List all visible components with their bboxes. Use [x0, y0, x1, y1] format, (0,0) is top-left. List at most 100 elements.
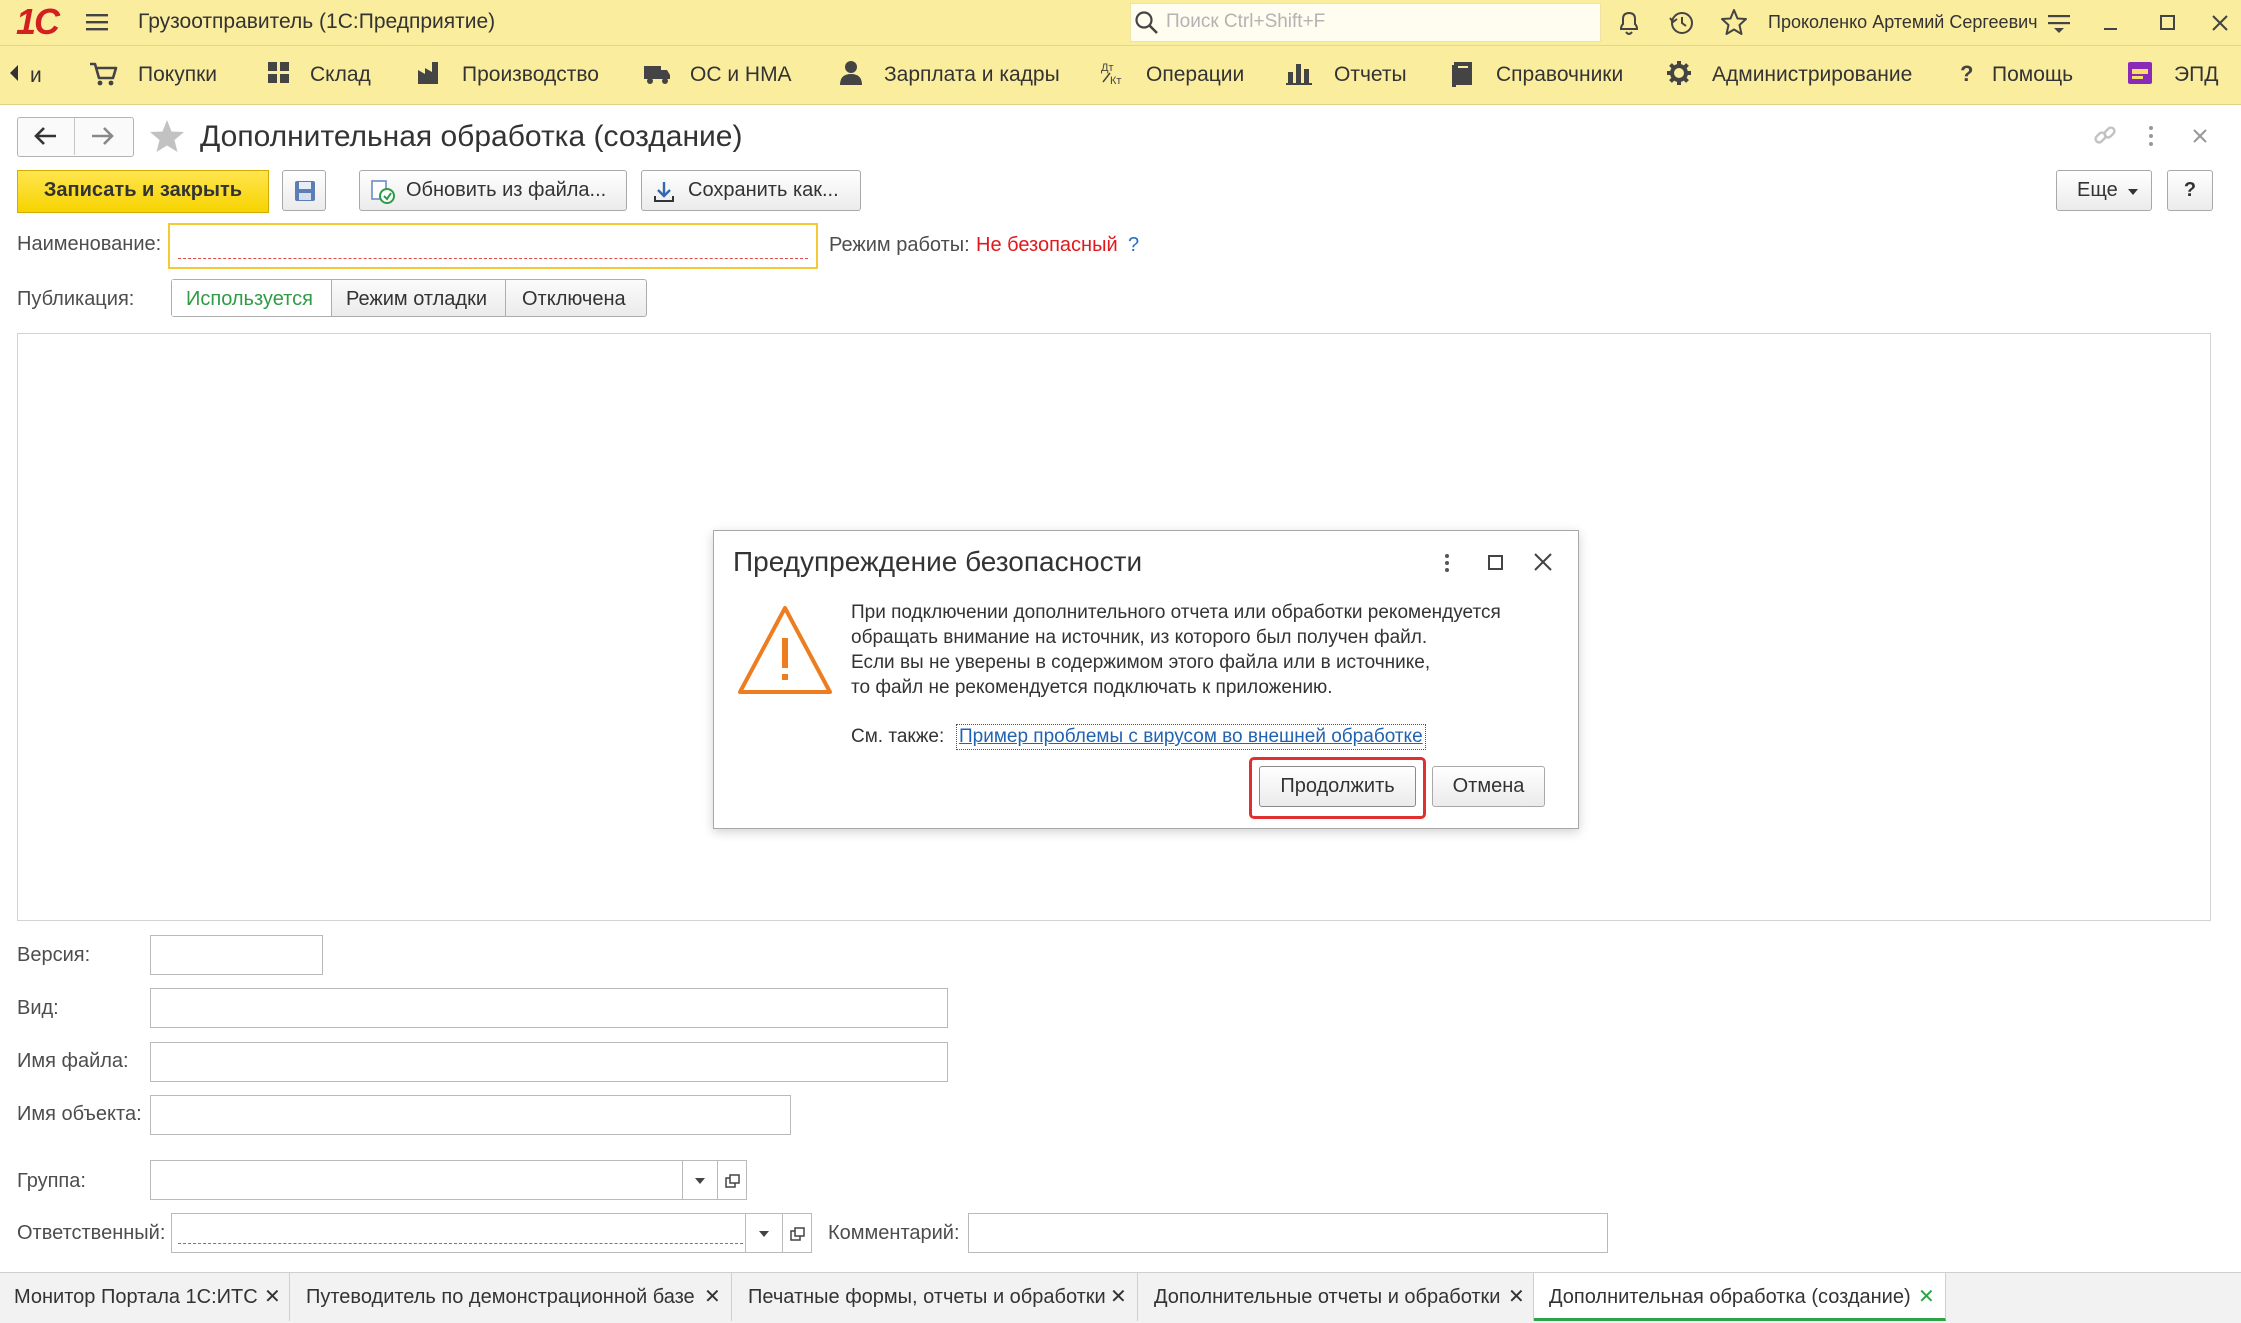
- see-also-link[interactable]: Пример проблемы с вирусом во внешней обр…: [956, 724, 1426, 750]
- save-button[interactable]: [282, 170, 326, 211]
- section-production[interactable]: Производство: [462, 63, 599, 87]
- help-button[interactable]: ?: [2167, 170, 2213, 211]
- minimize-icon[interactable]: [2100, 13, 2120, 33]
- name-input[interactable]: [168, 223, 818, 269]
- close-window-icon[interactable]: [2209, 12, 2231, 34]
- responsible-open-button[interactable]: [782, 1213, 812, 1253]
- favorite-star-icon[interactable]: [148, 118, 186, 154]
- dialog-close-icon[interactable]: [1532, 551, 1554, 573]
- tab-print-forms[interactable]: Печатные формы, отчеты и обработки ✕: [732, 1273, 1138, 1321]
- section-operations[interactable]: Операции: [1146, 63, 1244, 87]
- back-arrow-icon[interactable]: [33, 125, 59, 147]
- epd-icon: [2126, 60, 2154, 86]
- truck-icon: [642, 60, 672, 86]
- tab-additional-processing-active[interactable]: Дополнительная обработка (создание) ✕: [1534, 1273, 1946, 1321]
- mode-help-link[interactable]: ?: [1128, 234, 1139, 257]
- bell-icon[interactable]: [1616, 9, 1642, 37]
- menu-truncated-item[interactable]: и: [30, 64, 44, 88]
- form-title: Дополнительная обработка (создание): [200, 120, 743, 153]
- section-salary[interactable]: Зарплата и кадры: [884, 63, 1060, 87]
- person-icon: [838, 60, 864, 86]
- save-as-label: Сохранить как...: [688, 179, 839, 201]
- dialog-more-icon[interactable]: [1443, 552, 1451, 574]
- version-label: Версия:: [17, 944, 91, 966]
- svg-text:Дт: Дт: [1101, 62, 1114, 74]
- save-and-close-button[interactable]: Записать и закрыть: [17, 170, 269, 213]
- section-fixed-assets[interactable]: ОС и НМА: [690, 63, 792, 87]
- user-name[interactable]: Проколенко Артемий Сергеевич: [1768, 12, 2038, 33]
- publication-disabled-option[interactable]: Отключена: [522, 288, 626, 311]
- group-input[interactable]: [150, 1160, 718, 1200]
- close-tab-icon[interactable]: ✕: [1918, 1273, 1935, 1321]
- group-open-button[interactable]: [717, 1160, 747, 1200]
- more-button[interactable]: Еще: [2056, 170, 2152, 211]
- dialog-title: Предупреждение безопасности: [733, 546, 1143, 577]
- tab-active-label: Дополнительная обработка (создание): [1549, 1286, 1911, 1308]
- dropdown-arrow-icon: [695, 1178, 705, 1184]
- save-as-button[interactable]: Сохранить как...: [641, 170, 861, 211]
- tab-additional-reports[interactable]: Дополнительные отчеты и обработки ✕: [1138, 1273, 1534, 1321]
- responsible-dropdown-button[interactable]: [745, 1213, 783, 1253]
- open-icon: [790, 1227, 806, 1241]
- tab-demo-guide[interactable]: Путеводитель по демонстрационной базе ✕: [290, 1273, 732, 1321]
- close-tab-icon[interactable]: ✕: [704, 1273, 721, 1321]
- see-also-label: См. также:: [851, 726, 945, 747]
- group-dropdown-button[interactable]: [682, 1160, 718, 1200]
- name-label: Наименование:: [17, 233, 162, 255]
- tab-its-monitor-label: Монитор Портала 1С:ИТС: [14, 1286, 258, 1308]
- publication-used-label: Используется: [186, 288, 313, 310]
- section-help[interactable]: Помощь: [1992, 63, 2073, 87]
- history-icon[interactable]: [1668, 9, 1696, 37]
- filename-input[interactable]: [150, 1042, 948, 1082]
- kind-label: Вид:: [17, 997, 59, 1019]
- update-from-file-label: Обновить из файла...: [406, 179, 607, 201]
- cancel-button[interactable]: Отмена: [1432, 766, 1545, 807]
- responsible-input[interactable]: [171, 1213, 784, 1253]
- dialog-maximize-icon[interactable]: [1486, 553, 1506, 573]
- objectname-label: Имя объекта:: [17, 1103, 142, 1125]
- svg-text:?: ?: [1960, 61, 1973, 86]
- tab-its-monitor[interactable]: Монитор Портала 1С:ИТС ✕: [0, 1273, 290, 1321]
- section-epd[interactable]: ЭПД: [2174, 63, 2218, 87]
- filename-label: Имя файла:: [17, 1050, 129, 1072]
- dialog-message-line-4: то файл не рекомендуется подключать к пр…: [851, 677, 1333, 698]
- kind-input[interactable]: [150, 988, 948, 1028]
- form-more-icon[interactable]: [2147, 124, 2155, 148]
- close-tab-icon[interactable]: ✕: [1508, 1273, 1525, 1321]
- tab-demo-guide-label: Путеводитель по демонстрационной базе: [306, 1286, 695, 1308]
- publication-divider-2: [505, 280, 506, 316]
- comment-input[interactable]: [968, 1213, 1608, 1253]
- section-warehouse[interactable]: Склад: [310, 63, 371, 87]
- continue-button[interactable]: Продолжить: [1259, 766, 1416, 807]
- settings-menu-icon[interactable]: [2048, 13, 2072, 33]
- maximize-icon[interactable]: [2158, 13, 2178, 33]
- open-icon: [725, 1174, 741, 1188]
- close-tab-icon[interactable]: ✕: [264, 1273, 281, 1321]
- close-tab-icon[interactable]: ✕: [1110, 1273, 1127, 1321]
- section-administration[interactable]: Администрирование: [1712, 63, 1912, 87]
- gear-icon: [1666, 60, 1692, 86]
- section-reports[interactable]: Отчеты: [1334, 63, 1407, 87]
- scroll-left-icon[interactable]: [8, 63, 20, 83]
- dialog-message-line-3: Если вы не уверены в содержимом этого фа…: [851, 652, 1431, 673]
- operations-icon: Дт Кт: [1100, 60, 1126, 86]
- group-label: Группа:: [17, 1170, 86, 1192]
- objectname-input[interactable]: [150, 1095, 791, 1135]
- forward-arrow-icon[interactable]: [89, 125, 115, 147]
- link-icon[interactable]: [2092, 123, 2118, 149]
- section-purchases[interactable]: Покупки: [138, 63, 217, 87]
- floppy-disk-icon: [293, 179, 317, 203]
- main-menu-icon[interactable]: [86, 12, 108, 32]
- update-from-file-button[interactable]: Обновить из файла...: [359, 170, 627, 211]
- close-form-icon[interactable]: [2190, 126, 2210, 146]
- version-input[interactable]: [150, 935, 323, 975]
- more-label: Еще: [2077, 179, 2118, 201]
- svg-text:Кт: Кт: [1110, 75, 1121, 86]
- publication-label: Публикация:: [17, 288, 135, 310]
- responsible-label: Ответственный:: [17, 1222, 166, 1244]
- responsible-required-underline: [178, 1243, 743, 1244]
- section-catalogs[interactable]: Справочники: [1496, 63, 1623, 87]
- bar-chart-icon: [1286, 60, 1312, 86]
- publication-debug-option[interactable]: Режим отладки: [346, 288, 487, 311]
- favorites-star-icon[interactable]: [1720, 8, 1748, 36]
